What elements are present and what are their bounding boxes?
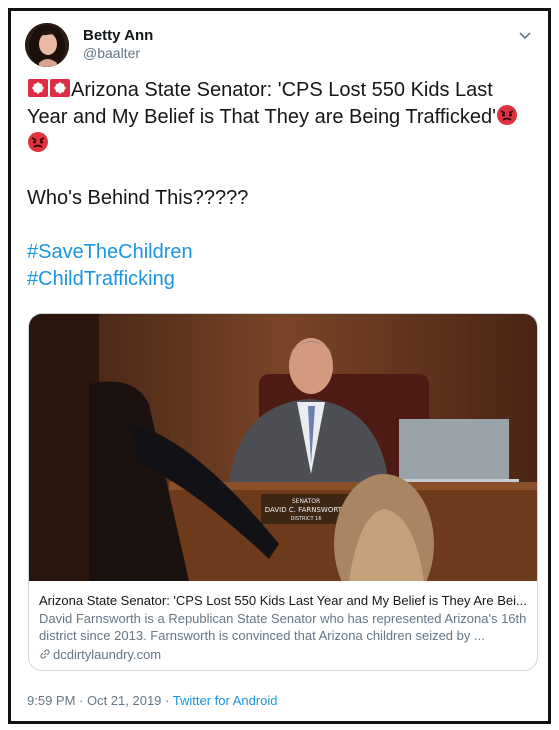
card-domain: dcdirtylaundry.com <box>39 646 531 664</box>
hashtag-save-the-children[interactable]: #SaveTheChildren <box>27 239 533 266</box>
author-handle[interactable]: @baalter <box>83 45 140 61</box>
angry-face-emoji <box>496 105 517 125</box>
card-description: David Farnsworth is a Republican State S… <box>39 611 527 643</box>
footer-separator: · <box>161 693 173 708</box>
hashtag-list: #SaveTheChildren #ChildTrafficking <box>27 239 533 293</box>
link-card[interactable]: SENATOR DAVID C. FARNSWORTH DISTRICT 16 … <box>28 313 538 671</box>
card-title: Arizona State Senator: 'CPS Lost 550 Kid… <box>39 593 527 608</box>
tweet-timestamp[interactable]: 9:59 PM · Oct 21, 2019 <box>27 693 161 708</box>
tweet-line-1-text: Arizona State Senator: 'CPS Lost 550 Kid… <box>27 79 496 128</box>
chevron-down-icon[interactable] <box>517 27 533 43</box>
card-domain-text: dcdirtylaundry.com <box>53 647 162 662</box>
tweet-text: Arizona State Senator: 'CPS Lost 550 Kid… <box>27 77 533 293</box>
nameplate-title: SENATOR <box>292 498 320 505</box>
tweet-line-1: Arizona State Senator: 'CPS Lost 550 Kid… <box>27 77 533 158</box>
tweet-source[interactable]: Twitter for Android <box>173 693 278 708</box>
avatar[interactable] <box>25 23 69 67</box>
tweet-line-2: Who's Behind This????? <box>27 187 249 209</box>
siren-emoji <box>50 79 70 97</box>
angry-face-emoji <box>28 132 48 152</box>
siren-emoji <box>28 79 48 97</box>
nameplate-name: DAVID C. FARNSWORTH <box>265 506 347 514</box>
tweet-header: Betty Ann @baalter <box>25 21 535 71</box>
card-image: SENATOR DAVID C. FARNSWORTH DISTRICT 16 <box>29 314 537 581</box>
tweet-footer: 9:59 PM · Oct 21, 2019 · Twitter for And… <box>27 693 278 708</box>
tweet-frame: Betty Ann @baalter Arizona State Senator… <box>8 8 551 724</box>
hashtag-child-trafficking[interactable]: #ChildTrafficking <box>27 266 533 293</box>
nameplate-district: DISTRICT 16 <box>291 516 322 522</box>
card-body: Arizona State Senator: 'CPS Lost 550 Kid… <box>39 592 531 664</box>
link-icon <box>40 649 50 659</box>
author-name[interactable]: Betty Ann <box>83 27 153 44</box>
